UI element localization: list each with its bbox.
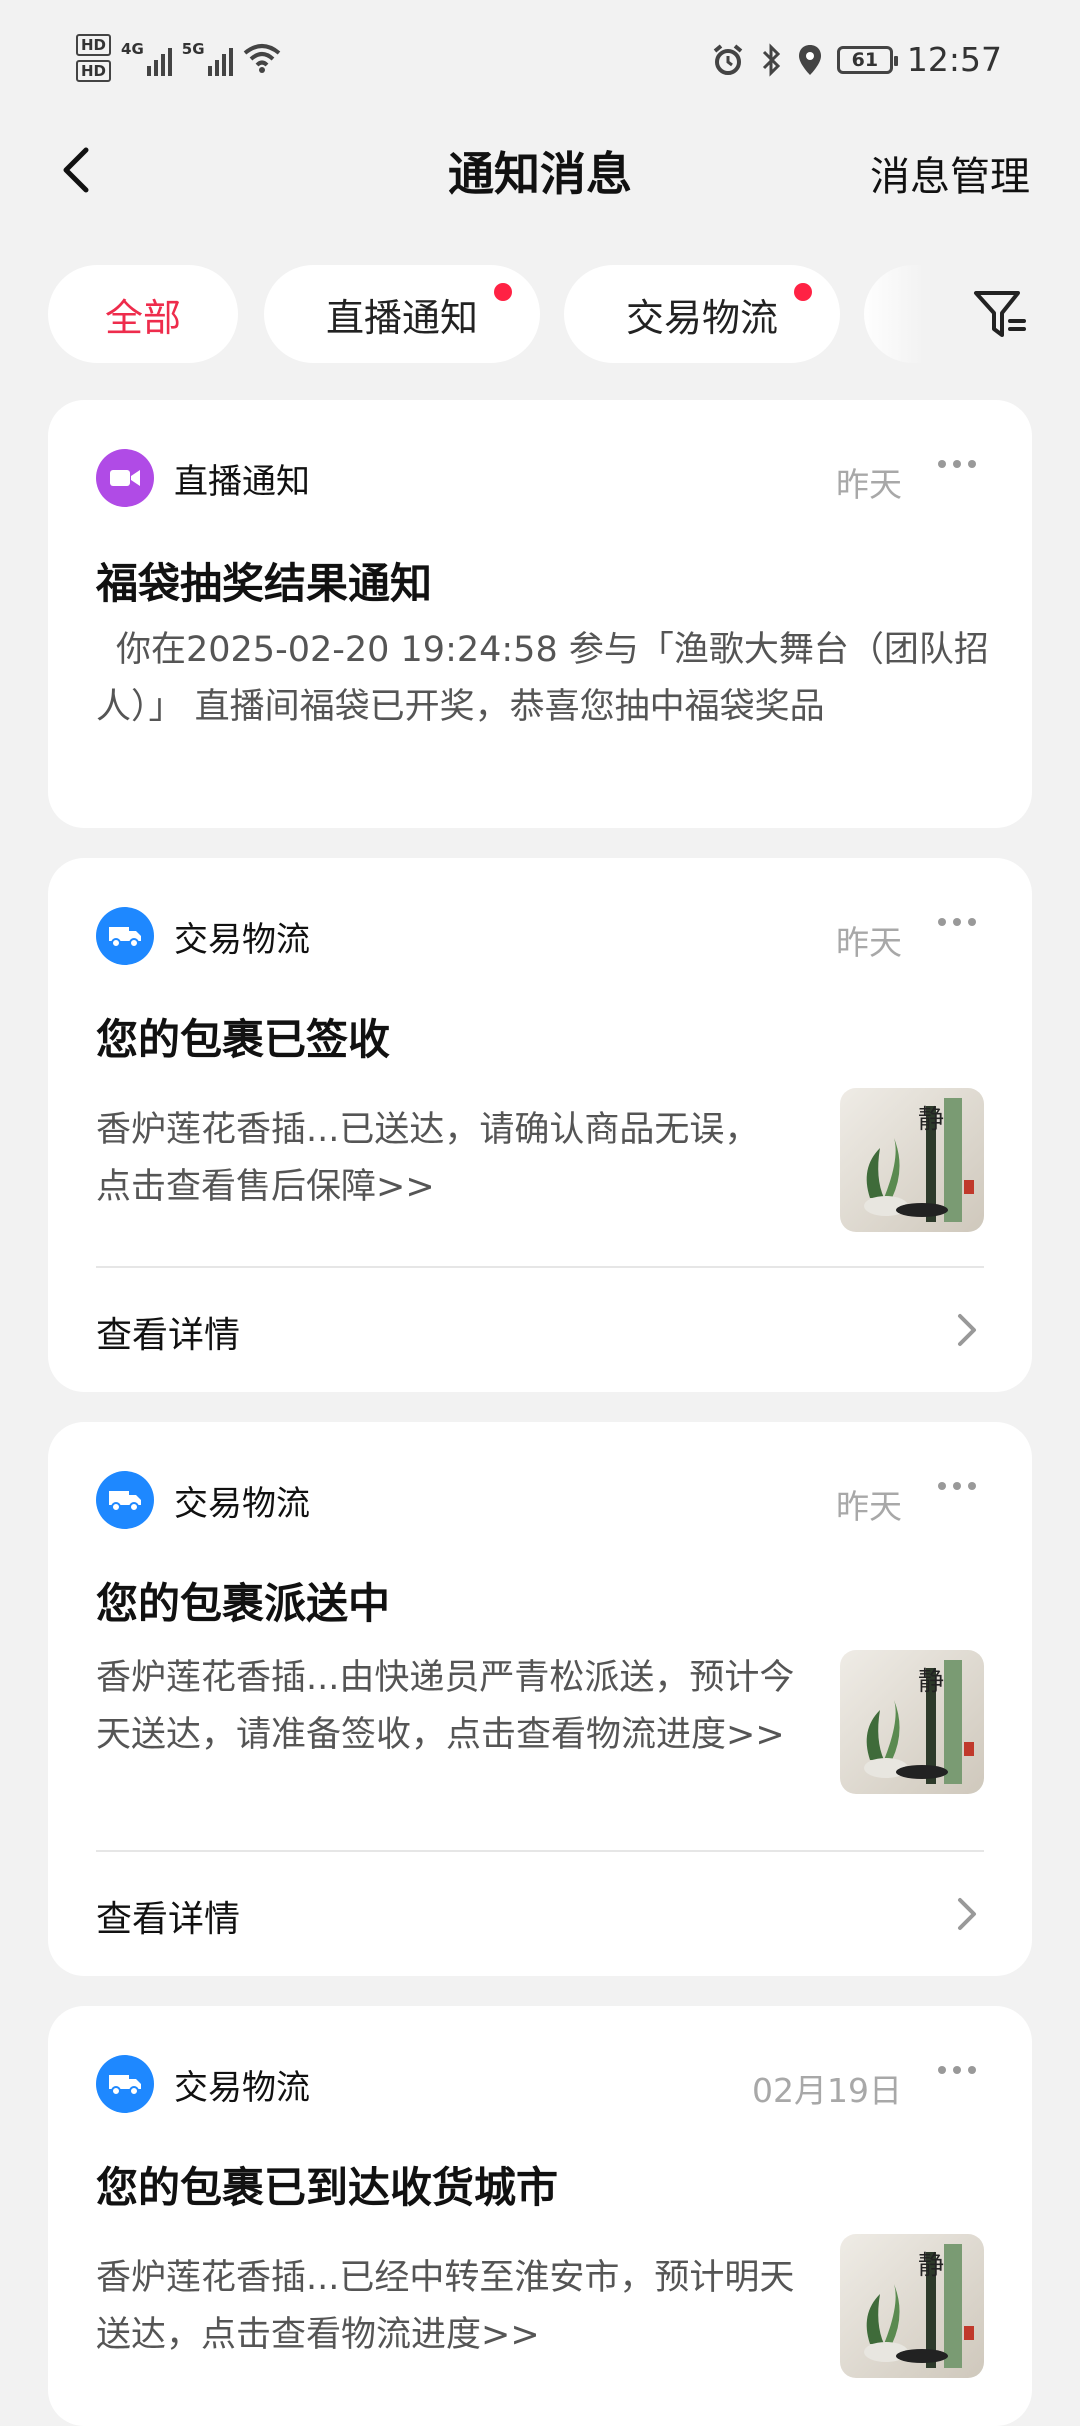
tab-live-notice[interactable]: 直播通知 — [264, 265, 540, 363]
more-options-icon[interactable] — [938, 2066, 976, 2074]
more-options-icon[interactable] — [938, 460, 976, 468]
tab-overflow-fade — [864, 265, 924, 363]
delivery-truck-icon — [96, 1471, 154, 1529]
location-icon — [798, 44, 821, 75]
chevron-right-icon[interactable] — [952, 1894, 982, 1934]
card-body: 香炉莲花香插...由快递员严青松派送，预计今天送达，请准备签收，点击查看物流进度… — [96, 1658, 795, 1755]
divider — [96, 1266, 984, 1268]
tab-trade-logistics[interactable]: 交易物流 — [564, 265, 840, 363]
net-label-5g: 5G — [181, 40, 205, 58]
message-manage-button[interactable]: 消息管理 — [870, 144, 1030, 202]
card-body: 香炉莲花香插...已送达，请确认商品无误，点击查看售后保障>> — [96, 1110, 760, 1207]
timestamp: 02月19日 — [752, 2071, 902, 2110]
category-label: 直播通知 — [174, 461, 310, 502]
video-camera-icon — [96, 449, 154, 507]
notification-card[interactable]: 交易物流 02月19日 您的包裹已到达收货城市 香炉莲花香插...已经中转至淮安… — [48, 2006, 1032, 2426]
signal-4g-icon: 4G — [121, 40, 172, 76]
timestamp: 昨天 — [836, 923, 902, 962]
view-details-link[interactable]: 查看详情 — [96, 1890, 240, 1942]
card-header: 交易物流 — [96, 906, 310, 966]
filter-funnel-icon — [974, 291, 1026, 337]
category-label: 交易物流 — [174, 1483, 310, 1524]
hd-badge-1: HD — [76, 34, 112, 56]
category-label: 交易物流 — [174, 2067, 310, 2108]
card-header: 交易物流 — [96, 1470, 310, 1530]
incense-product-image: 静 — [840, 1088, 984, 1232]
wifi-icon — [243, 44, 280, 73]
tab-all[interactable]: 全部 — [48, 265, 238, 363]
view-details-link[interactable]: 查看详情 — [96, 1306, 240, 1358]
unread-dot — [494, 283, 512, 301]
card-header: 直播通知 — [96, 448, 310, 508]
chevron-right-icon[interactable] — [952, 1310, 982, 1350]
card-body: 香炉莲花香插...已经中转至淮安市，预计明天送达，点击查看物流进度>> — [96, 2258, 795, 2355]
tab-label: 直播通知 — [325, 295, 478, 340]
divider — [96, 1850, 984, 1852]
card-body: 你在2025-02-20 19:24:58 参与「渔歌大舞台（团队招人）」 直播… — [96, 630, 989, 727]
timestamp: 昨天 — [836, 465, 902, 504]
more-options-icon[interactable] — [938, 1482, 976, 1490]
bluetooth-icon — [762, 42, 781, 77]
battery-icon: 61 — [836, 45, 898, 74]
incense-product-image: 静 — [840, 1650, 984, 1794]
card-header: 交易物流 — [96, 2054, 310, 2114]
battery-level: 61 — [851, 48, 879, 71]
product-thumbnail[interactable]: 静 — [840, 2234, 984, 2378]
status-right: 61 12:57 — [711, 40, 1002, 79]
tab-label: 全部 — [104, 295, 181, 340]
delivery-truck-icon — [96, 907, 154, 965]
more-options-icon[interactable] — [938, 918, 976, 926]
notification-card[interactable]: 直播通知 昨天 福袋抽奖结果通知 你在2025-02-20 19:24:58 参… — [48, 400, 1032, 828]
hd-indicators: HD HD — [76, 34, 112, 82]
clock: 12:57 — [906, 40, 1002, 79]
product-calligraphy: 静 — [918, 1105, 944, 1135]
net-label-4g: 4G — [121, 40, 144, 58]
unread-dot — [794, 283, 812, 301]
status-left: HD HD 4G 5G — [76, 34, 281, 82]
notification-card[interactable]: 交易物流 昨天 您的包裹已签收 香炉莲花香插...已送达，请确认商品无误，点击查… — [48, 858, 1032, 1392]
product-calligraphy: 静 — [918, 2251, 944, 2281]
hd-badge-2: HD — [76, 60, 112, 82]
top-nav-bar: 通知消息 消息管理 — [0, 120, 1080, 220]
card-title: 您的包裹已到达收货城市 — [96, 2163, 559, 2212]
card-title: 福袋抽奖结果通知 — [96, 559, 433, 608]
signal-5g-icon: 5G — [182, 40, 233, 76]
filter-tabs: 全部 直播通知 交易物流 — [0, 265, 1080, 365]
status-bar: HD HD 4G 5G 61 12:57 — [0, 0, 1080, 130]
notification-card[interactable]: 交易物流 昨天 您的包裹派送中 香炉莲花香插...由快递员严青松派送，预计今天送… — [48, 1422, 1032, 1976]
incense-product-image: 静 — [840, 2234, 984, 2378]
tab-label: 交易物流 — [625, 295, 778, 340]
product-thumbnail[interactable]: 静 — [840, 1650, 984, 1794]
card-title: 您的包裹派送中 — [96, 1579, 391, 1628]
filter-button[interactable] — [960, 275, 1040, 355]
delivery-truck-icon — [96, 2055, 154, 2113]
category-label: 交易物流 — [174, 919, 310, 960]
alarm-icon — [713, 43, 743, 75]
card-title: 您的包裹已签收 — [96, 1015, 391, 1064]
product-thumbnail[interactable]: 静 — [840, 1088, 984, 1232]
timestamp: 昨天 — [836, 1487, 902, 1526]
product-calligraphy: 静 — [918, 1667, 944, 1697]
